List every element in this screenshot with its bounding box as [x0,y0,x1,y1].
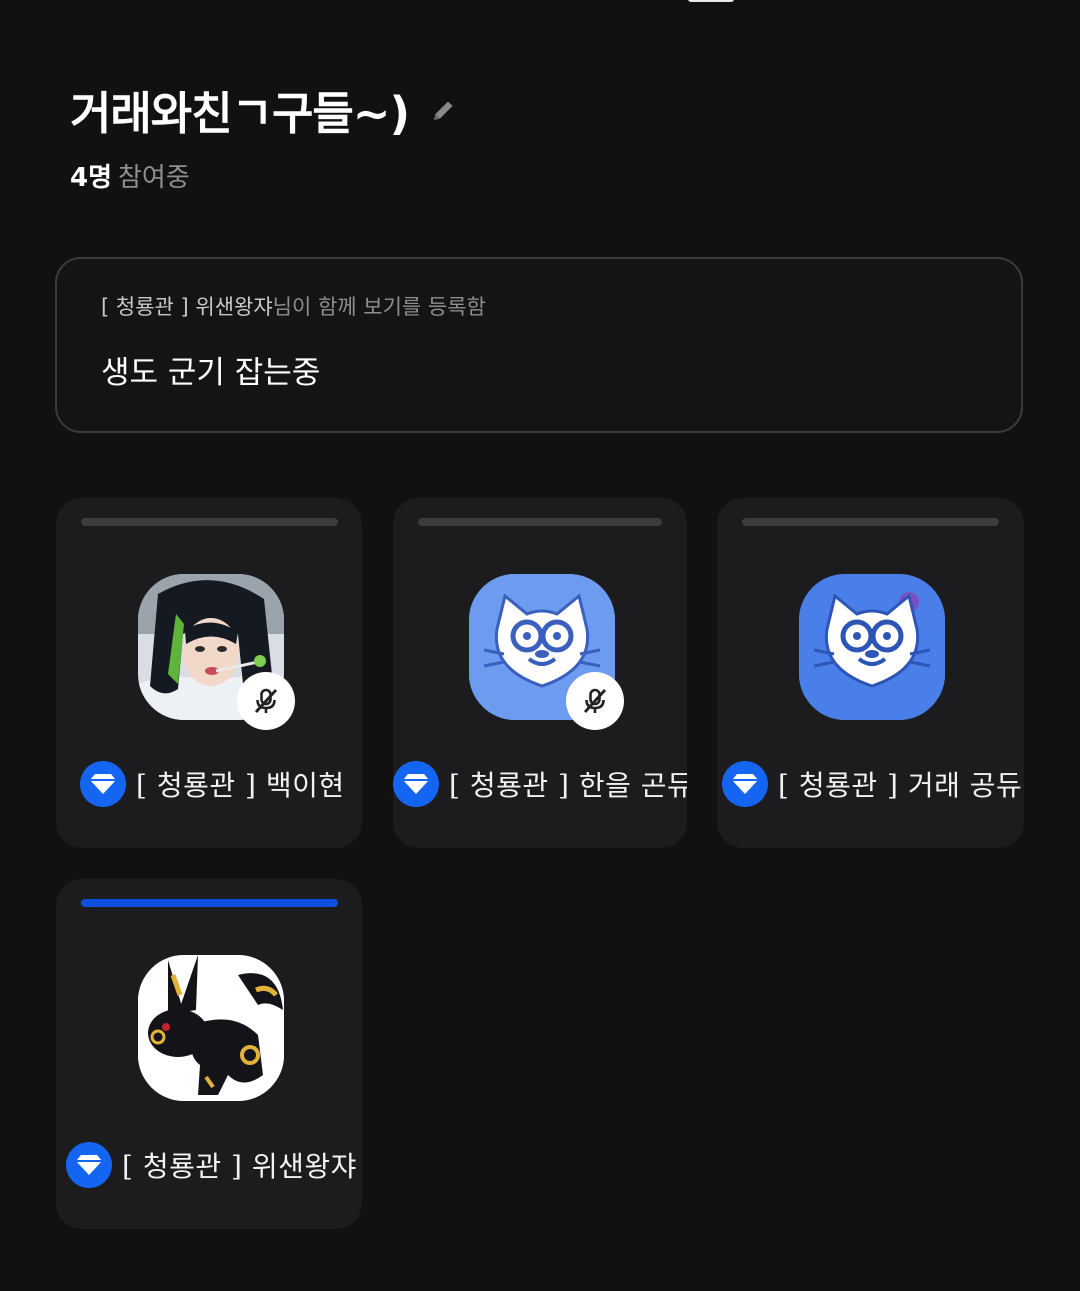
speaking-indicator-bar [81,899,338,907]
umbreon-avatar [138,955,284,1101]
diamond-badge-icon [66,1142,112,1188]
member-name: [ 청룡관 ] 위샌왕쟈 [122,1150,357,1183]
member-name-row: [ 청룡관 ] 한을 곤듀 [393,761,687,807]
notice-registrant-suffix: 님이 함께 보기를 등록함 [272,295,486,319]
member-card[interactable]: [ 청룡관 ] 거래 공듀 [717,498,1024,848]
member-name-row: [ 청룡관 ] 거래 공듀 [722,761,1022,807]
notice-meta: [ 청룡관 ] 위샌왕쟈님이 함께 보기를 등록함 [101,291,486,321]
member-name: [ 청룡관 ] 백이현 [136,769,345,802]
mic-off-icon [566,672,624,730]
member-card[interactable]: [ 청룡관 ] 위샌왕쟈 [56,879,362,1229]
watch-together-notice[interactable]: [ 청룡관 ] 위샌왕쟈님이 함께 보기를 등록함 생도 군기 잡는중 [55,257,1023,433]
diamond-badge-icon [722,761,768,807]
participant-count: 4명 참여중 [70,160,190,196]
member-name: [ 청룡관 ] 거래 공듀 [778,769,1023,802]
diamond-badge-icon [80,761,126,807]
pencil-icon[interactable] [430,98,456,124]
cat-mascot-avatar [799,574,945,720]
notice-registrant: [ 청룡관 ] 위샌왕쟈 [101,295,273,319]
mic-off-icon [237,672,295,730]
top-handle [688,0,734,2]
room-title: 거래와친ㄱ구들~) [70,87,410,140]
participant-label: 참여중 [118,163,190,193]
speaking-indicator-bar [742,518,999,526]
participant-number: 4명 [70,163,113,193]
member-name-row: [ 청룡관 ] 백이현 [80,761,345,807]
member-card[interactable]: [ 청룡관 ] 백이현 [56,498,362,848]
member-card[interactable]: [ 청룡관 ] 한을 곤듀 [393,498,687,848]
speaking-indicator-bar [81,518,338,526]
member-name-row: [ 청룡관 ] 위샌왕쟈 [66,1142,357,1188]
member-name: [ 청룡관 ] 한을 곤듀 [449,769,687,802]
speaking-indicator-bar [418,518,662,526]
diamond-badge-icon [393,761,439,807]
notice-message: 생도 군기 잡는중 [101,355,321,391]
